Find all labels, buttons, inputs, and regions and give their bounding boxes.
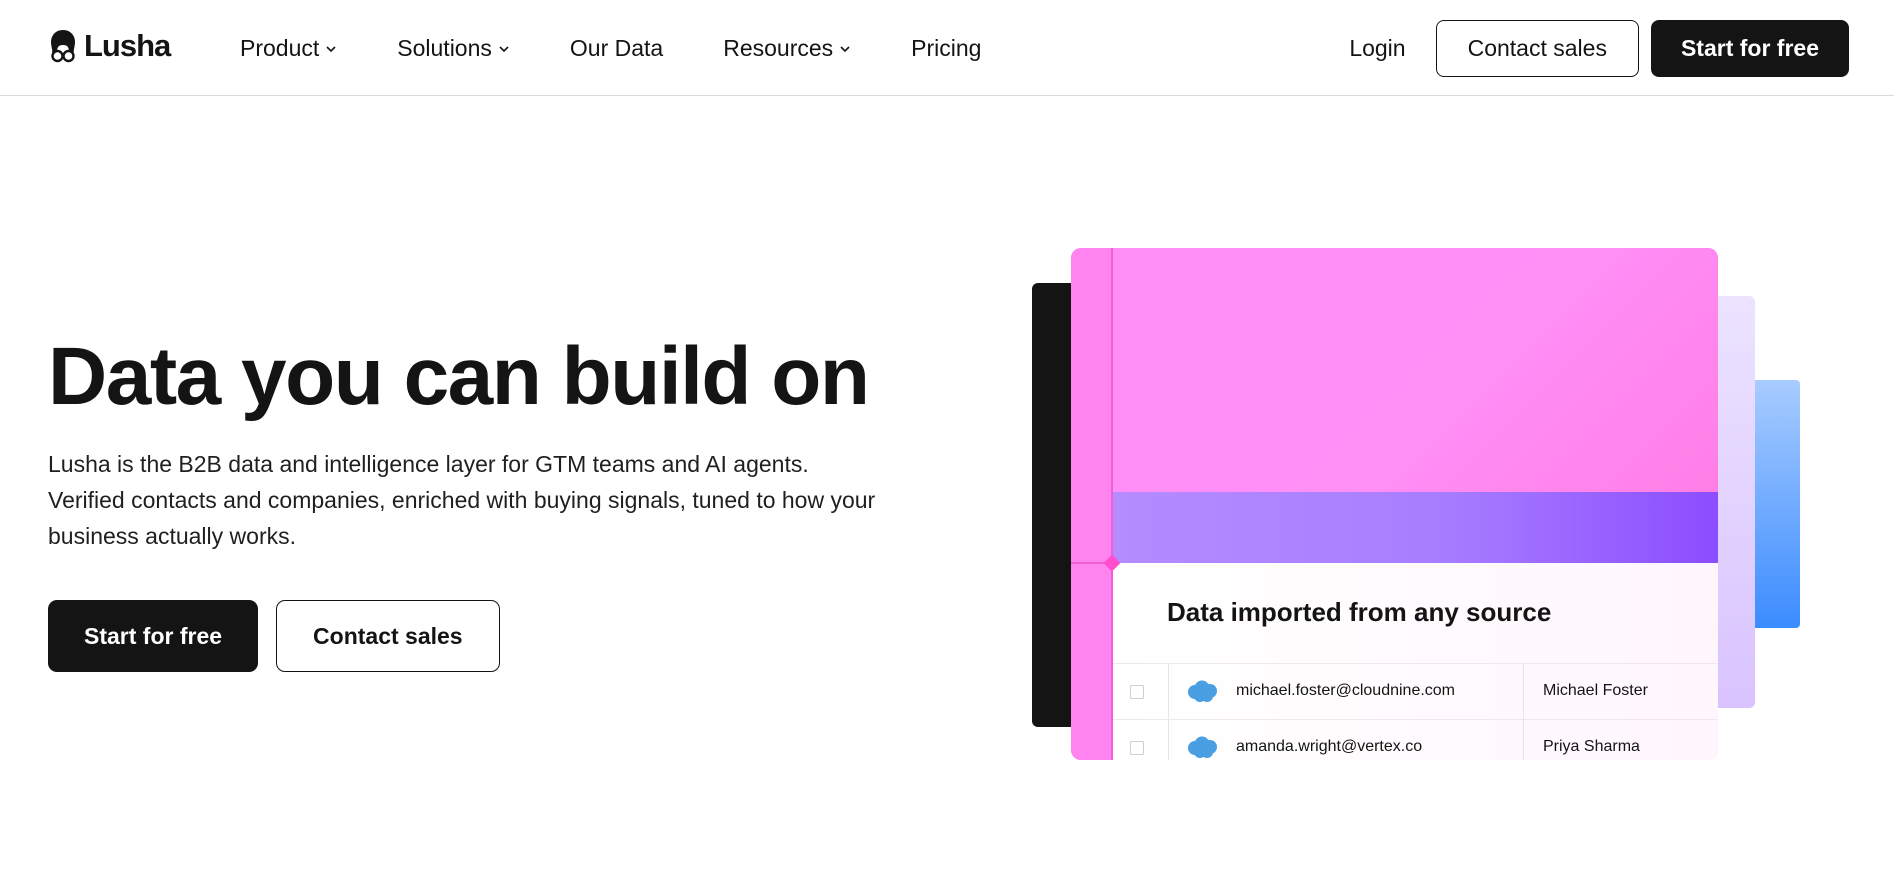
row-email: michael.foster@cloudnine.com xyxy=(1236,682,1456,699)
column-divider xyxy=(1523,664,1524,720)
hero-contact-sales-button[interactable]: Contact sales xyxy=(276,600,500,672)
login-link[interactable]: Login xyxy=(1349,35,1405,62)
nav-item-label: Solutions xyxy=(397,34,492,61)
chevron-down-icon xyxy=(326,46,336,53)
nav-item-pricing[interactable]: Pricing xyxy=(911,35,981,62)
table-row: amanda.wright@vertex.co Priya Sharma xyxy=(1113,719,1718,760)
nav-links: Product Solutions Our Data Resources Pri… xyxy=(240,0,1041,96)
nav-item-label: Resources xyxy=(723,34,834,61)
column-divider xyxy=(1168,664,1169,720)
brand-name: Lusha xyxy=(84,28,171,63)
data-import-card: Data imported from any source michael.fo… xyxy=(1071,248,1718,760)
hero-illustration: Data imported from any source michael.fo… xyxy=(1030,248,1805,763)
hero-start-for-free-button[interactable]: Start for free xyxy=(48,600,259,672)
contact-sales-button[interactable]: Contact sales xyxy=(1435,20,1639,77)
nav-item-label: Our Data xyxy=(569,34,664,61)
salesforce-cloud-icon xyxy=(1188,736,1217,758)
hero-actions: Start for free Contact sales xyxy=(48,600,500,672)
row-checkbox[interactable] xyxy=(1130,685,1144,699)
row-email: amanda.wright@vertex.co xyxy=(1236,738,1423,755)
brand-logo[interactable]: Lusha xyxy=(48,28,171,64)
lusha-glasses-logo-icon xyxy=(51,30,75,63)
chevron-down-icon xyxy=(840,46,850,53)
start-for-free-button[interactable]: Start for free xyxy=(1650,20,1849,77)
nav-item-label: Pricing xyxy=(911,34,982,61)
row-name: Priya Sharma xyxy=(1543,738,1640,755)
salesforce-cloud-icon xyxy=(1188,680,1217,702)
column-divider xyxy=(1168,720,1169,760)
card-pink-panel xyxy=(1113,248,1718,492)
hero-subtitle: Lusha is the B2B data and intelligence l… xyxy=(48,451,876,549)
column-divider xyxy=(1523,720,1524,760)
card-side-stripe xyxy=(1071,248,1111,760)
row-checkbox[interactable] xyxy=(1130,741,1144,755)
card-heading: Data imported from any source xyxy=(1167,597,1552,627)
nav-item-our-data[interactable]: Our Data xyxy=(570,35,663,62)
nav-item-solutions[interactable]: Solutions xyxy=(397,35,510,62)
card-purple-band xyxy=(1113,492,1718,563)
hero-title: Data you can build on xyxy=(48,331,870,422)
top-navigation: Lusha Product Solutions Our Data Resourc… xyxy=(0,0,1894,96)
nav-item-resources[interactable]: Resources xyxy=(723,35,851,62)
nav-item-label: Product xyxy=(240,34,320,61)
table-row: michael.foster@cloudnine.com Michael Fos… xyxy=(1113,663,1718,720)
nav-item-product[interactable]: Product xyxy=(240,35,337,62)
nav-actions: Login Contact sales Start for free xyxy=(1349,20,1849,77)
chevron-down-icon xyxy=(499,46,509,53)
row-name: Michael Foster xyxy=(1543,682,1648,699)
